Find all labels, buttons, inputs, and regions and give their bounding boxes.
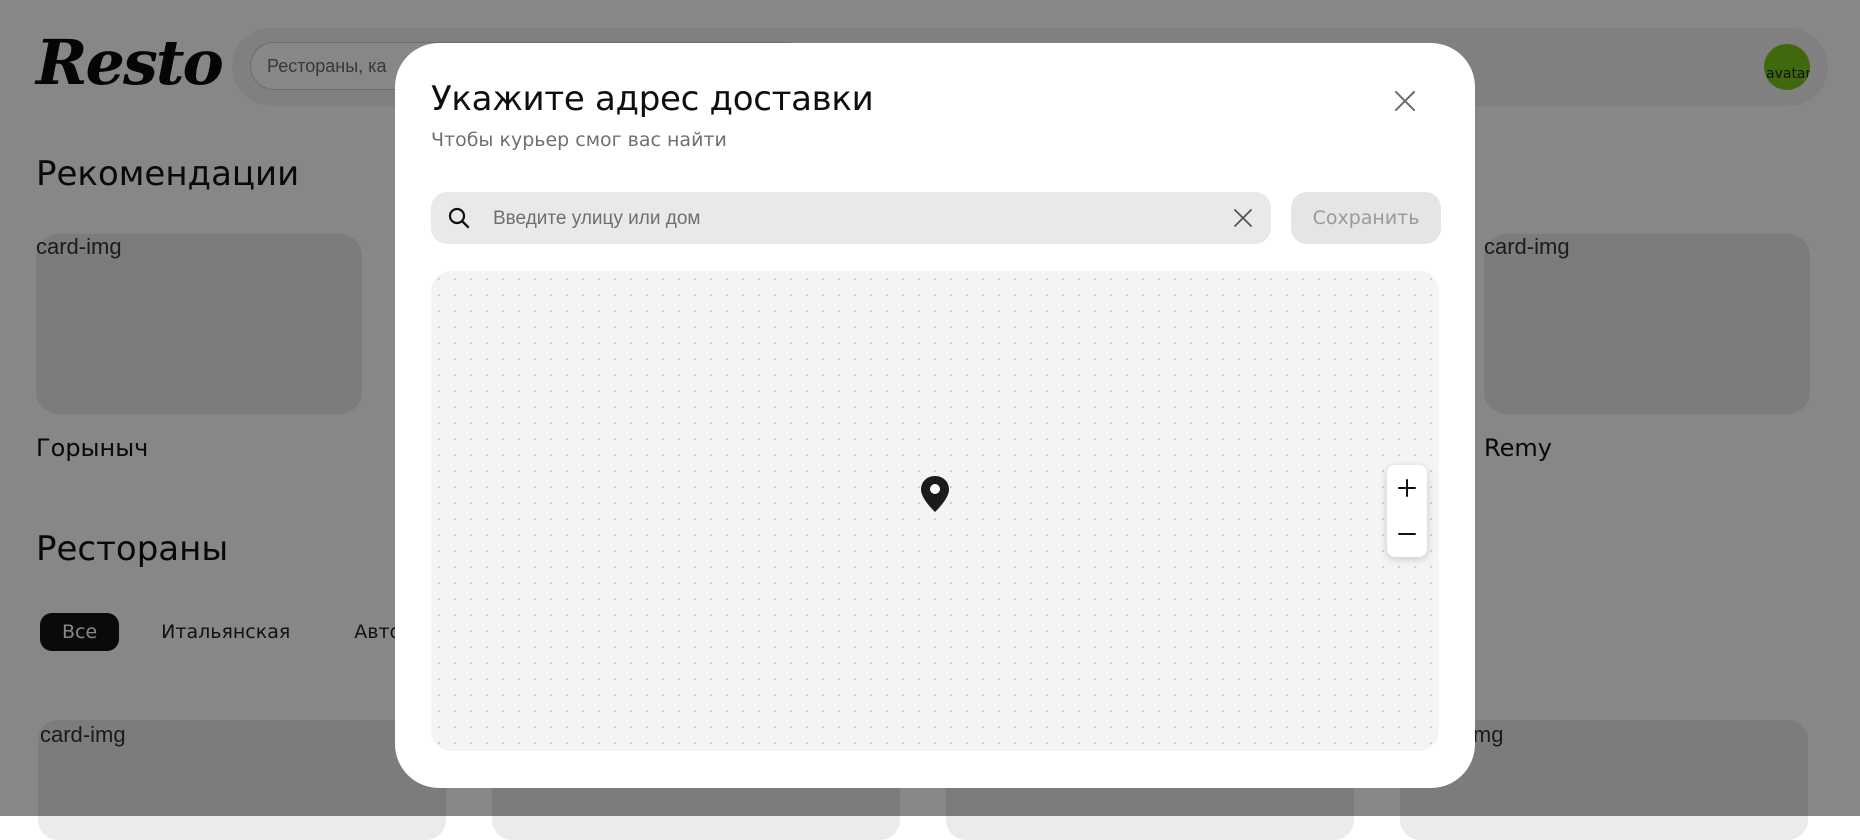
address-row: Сохранить bbox=[431, 192, 1441, 246]
clear-icon[interactable] bbox=[1231, 206, 1255, 230]
modal-title: Укажите адрес доставки bbox=[431, 79, 874, 119]
close-icon bbox=[1395, 91, 1415, 111]
minus-icon bbox=[1398, 533, 1416, 535]
close-button[interactable] bbox=[1385, 81, 1425, 121]
address-input[interactable] bbox=[491, 192, 1195, 246]
save-button[interactable]: Сохранить bbox=[1291, 192, 1441, 244]
address-field[interactable] bbox=[431, 192, 1271, 246]
modal-subtitle: Чтобы курьер смог вас найти bbox=[431, 129, 727, 151]
zoom-controls bbox=[1387, 465, 1427, 557]
zoom-in-button[interactable] bbox=[1387, 465, 1427, 511]
delivery-map[interactable] bbox=[431, 271, 1439, 751]
zoom-out-button[interactable] bbox=[1387, 511, 1427, 557]
map-pin-icon[interactable] bbox=[919, 475, 951, 513]
plus-icon bbox=[1398, 479, 1416, 497]
search-icon bbox=[448, 207, 470, 229]
delivery-address-modal: Укажите адрес доставки Чтобы курьер смог… bbox=[395, 43, 1475, 788]
